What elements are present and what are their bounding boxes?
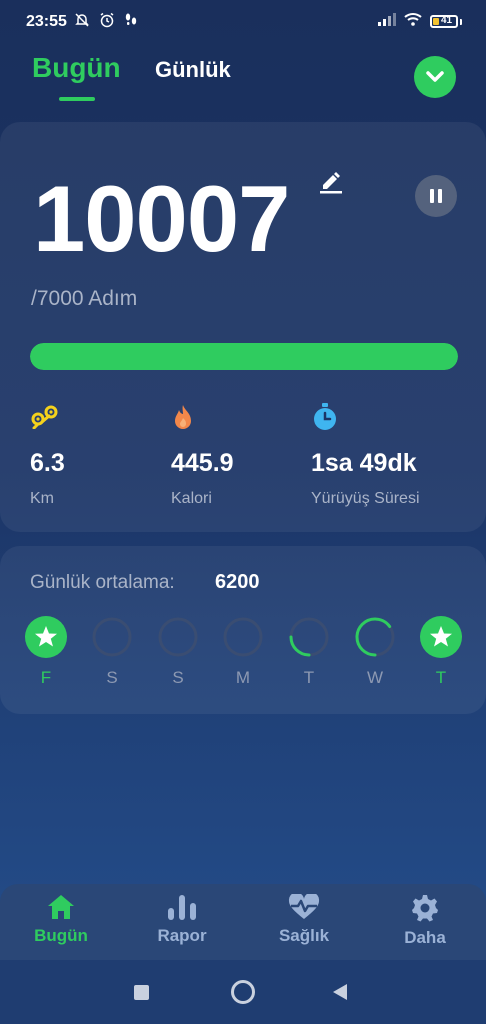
day-label: F [40,668,52,687]
flame-icon [171,400,234,434]
wifi-icon [404,12,422,31]
day-label: M [235,668,251,687]
battery-icon: 41 [430,15,458,28]
stopwatch-icon [311,400,420,434]
nav-more-label: Daha [404,928,446,947]
status-right-icons: 41 [378,12,462,31]
home-button[interactable] [231,980,255,1004]
day-progress-ring [289,617,329,657]
tab-today-underline [59,97,95,101]
back-button[interactable] [333,984,347,1000]
heart-pulse-icon [288,894,320,919]
day-label: W [366,668,384,687]
nav-more[interactable]: Daha [395,894,455,948]
nav-report-label: Rapor [157,926,207,945]
day-progress-ring [158,617,198,657]
pause-icon [430,189,434,203]
tab-today[interactable]: Bugün [32,52,121,84]
day-label: T [435,668,447,687]
step-progress-fill [30,343,458,370]
day-6[interactable]: T [420,616,462,688]
footsteps-icon [124,12,138,33]
day-5[interactable]: W [354,616,396,688]
recents-button[interactable] [134,985,149,1000]
day-1[interactable]: S [91,616,133,688]
walking-time-value: 1sa 49dk [311,449,417,477]
chevron-down-icon [426,71,444,82]
pause-button[interactable] [415,175,457,217]
nav-today[interactable]: Bugün [31,894,91,946]
nav-today-label: Bugün [34,926,88,945]
checkmark-dropdown-button[interactable] [414,56,456,98]
status-time: 23:55 [26,13,67,30]
bar-chart-icon [168,895,196,920]
bottom-nav: Bugün Rapor Sağlık Daha [0,884,486,960]
status-left-icons [74,12,138,33]
calories-label: Kalori [171,490,212,507]
distance-label: Km [30,490,54,507]
stat-distance: 6.3 Km [30,400,65,508]
tab-daily[interactable]: Günlük [155,57,231,83]
star-icon [420,616,462,658]
day-progress-ring [355,617,395,657]
home-icon [48,895,74,919]
walking-time-label: Yürüyüş Süresi [311,490,420,507]
bell-off-icon [74,12,90,33]
calories-value: 445.9 [171,449,234,477]
alarm-icon [99,12,115,33]
route-icon [30,400,65,434]
day-progress-ring [223,617,263,657]
battery-level: 41 [441,15,453,26]
signal-icon [378,12,396,31]
daily-average-value: 6200 [215,571,260,593]
day-3[interactable]: M [222,616,264,688]
nav-health-label: Sağlık [278,926,330,945]
daily-average-label: Günlük ortalama: [30,572,175,593]
day-label: S [172,668,184,687]
nav-report[interactable]: Rapor [152,894,212,946]
star-icon [25,616,67,658]
nav-health[interactable]: Sağlık [272,894,336,946]
stat-calories: 445.9 Kalori [171,400,234,508]
day-progress-ring [92,617,132,657]
edit-icon[interactable] [318,168,344,199]
day-label: S [106,668,118,687]
distance-value: 6.3 [30,449,65,477]
day-4[interactable]: T [288,616,330,688]
step-goal: /7000 Adım [31,287,138,310]
step-count: 10007 [33,166,290,271]
status-bar: 23:55 41 [0,0,486,46]
day-label: T [303,668,315,687]
step-progress-bar [30,343,458,370]
gear-icon [412,895,438,922]
day-2[interactable]: S [157,616,199,688]
stat-walking-time: 1sa 49dk Yürüyüş Süresi [311,400,420,508]
day-0[interactable]: F [25,616,67,688]
